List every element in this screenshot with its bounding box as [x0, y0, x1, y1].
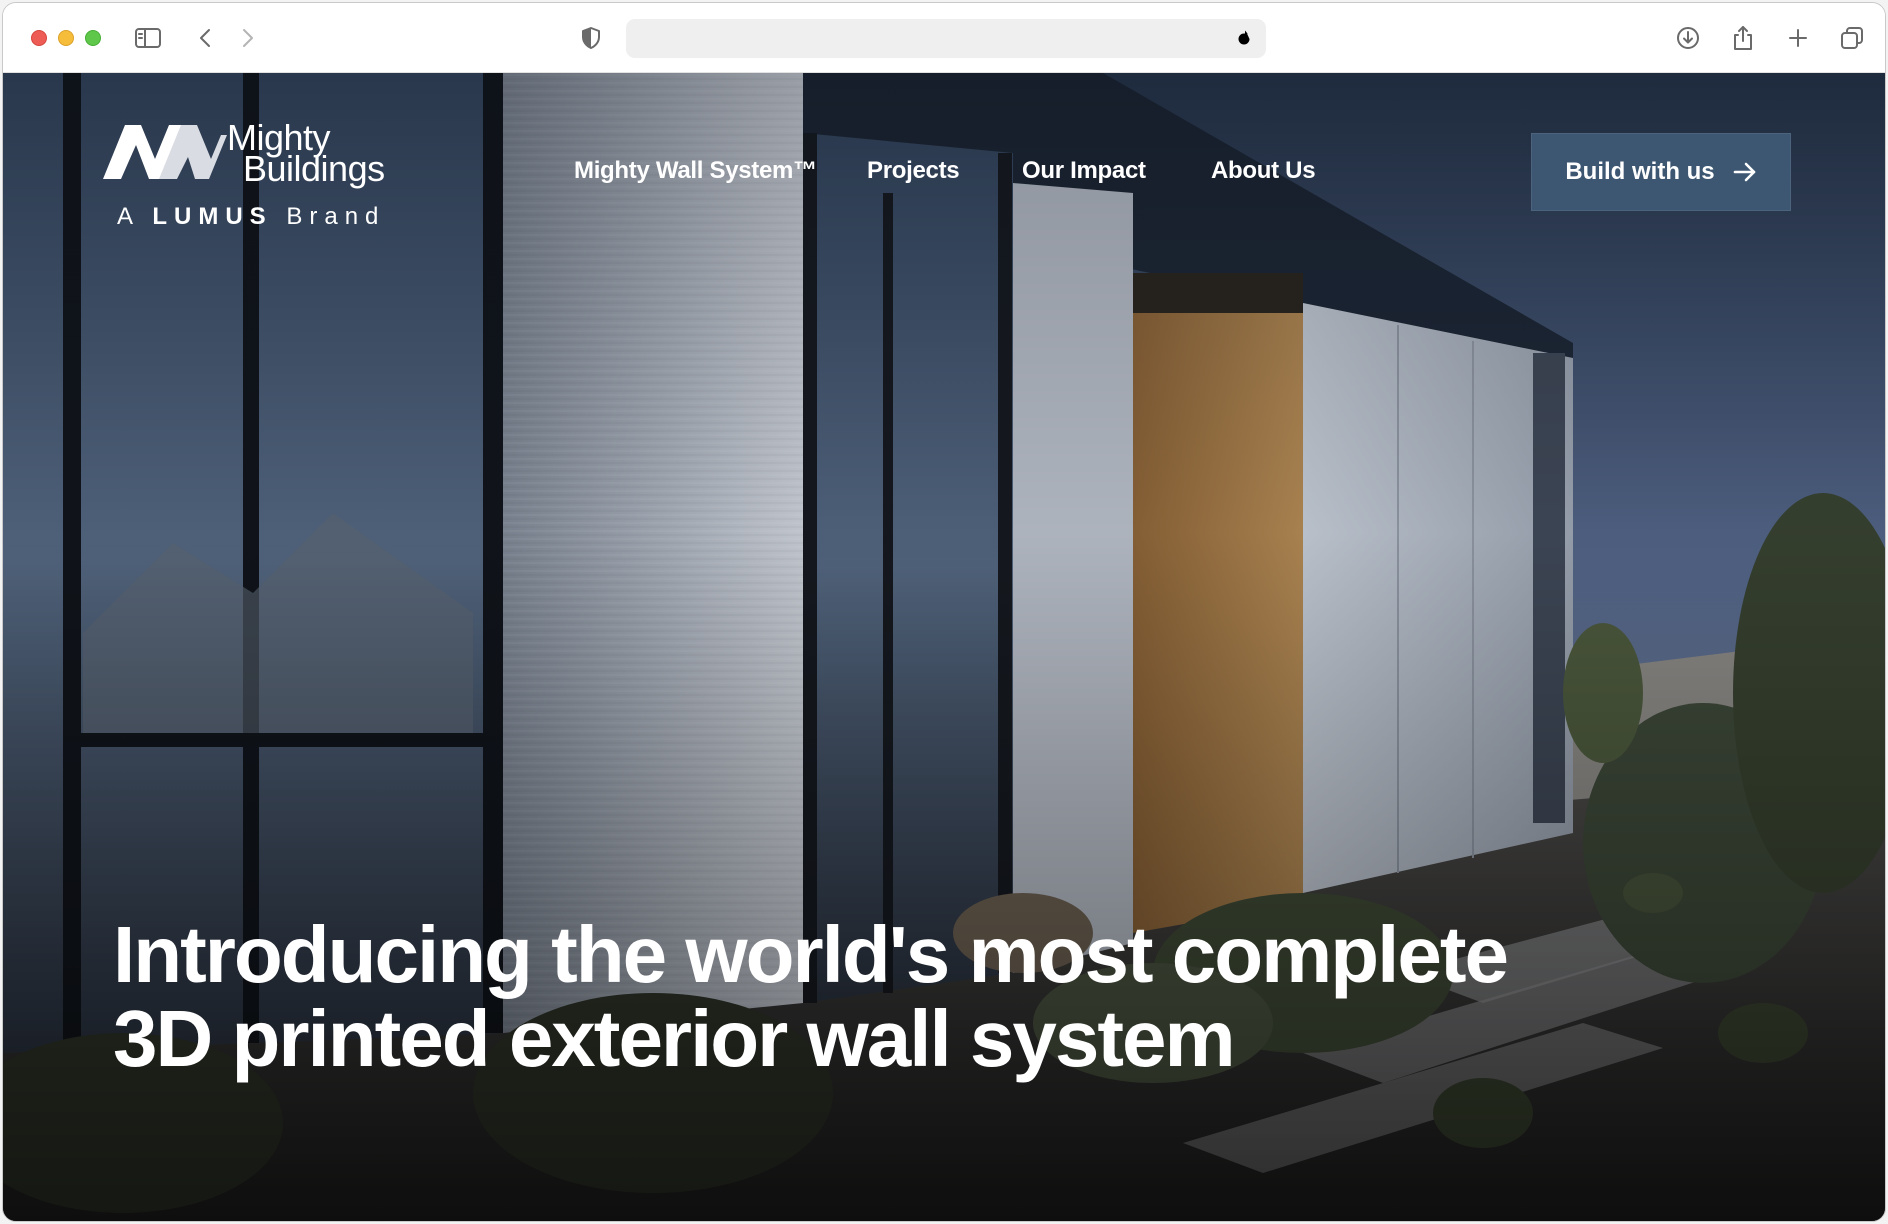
- plus-icon: [1789, 29, 1807, 47]
- nav-mighty-wall-system[interactable]: Mighty Wall System™: [574, 157, 817, 185]
- forward-button[interactable]: [231, 21, 265, 55]
- nav-about-us[interactable]: About Us: [1211, 157, 1316, 185]
- sidebar-toggle-button[interactable]: [131, 21, 165, 55]
- zoom-window-button[interactable]: [85, 30, 101, 46]
- chevron-left-icon: [200, 29, 210, 47]
- nav-projects[interactable]: Projects: [867, 157, 960, 185]
- tab-overview-button[interactable]: [1835, 21, 1869, 55]
- chevron-right-icon: [243, 29, 253, 47]
- logo-tagline-brand: LUMUS: [152, 203, 273, 230]
- share-icon: [1734, 26, 1752, 50]
- new-tab-button[interactable]: [1781, 21, 1815, 55]
- url-input[interactable]: [640, 19, 1220, 58]
- nav-our-impact[interactable]: Our Impact: [1022, 157, 1146, 185]
- address-bar[interactable]: [626, 19, 1266, 58]
- logo-tagline: A LUMUS Brand: [117, 205, 385, 229]
- arrow-right-icon: [1733, 162, 1755, 182]
- logo-text-line-2: Buildings: [243, 148, 385, 189]
- hero-headline: Introducing the world's most complete 3D…: [113, 910, 1509, 1083]
- browser-window: Mighty Buildings A LUMUS Brand Mighty Wa…: [2, 2, 1886, 1222]
- reload-icon: [1238, 30, 1250, 45]
- build-with-us-label: Build with us: [1565, 158, 1715, 185]
- back-button[interactable]: [188, 21, 222, 55]
- minimize-window-button[interactable]: [58, 30, 74, 46]
- shield-icon: [582, 27, 600, 49]
- logo-tagline-suffix: Brand: [286, 203, 386, 230]
- build-with-us-button[interactable]: Build with us: [1531, 133, 1791, 211]
- reload-button[interactable]: [1228, 22, 1260, 54]
- privacy-report-button[interactable]: [574, 21, 608, 55]
- logo-tagline-prefix: A: [117, 203, 139, 230]
- tab-overview-icon: [1841, 27, 1863, 49]
- close-window-button[interactable]: [31, 30, 47, 46]
- download-icon: [1677, 27, 1699, 49]
- downloads-button[interactable]: [1671, 21, 1705, 55]
- browser-toolbar: [3, 3, 1885, 73]
- mighty-buildings-logo[interactable]: Mighty Buildings A LUMUS Brand: [103, 120, 403, 231]
- share-button[interactable]: [1726, 21, 1760, 55]
- window-controls: [31, 30, 101, 46]
- logo-mark-icon: [103, 125, 227, 179]
- hero-section: Mighty Buildings A LUMUS Brand Mighty Wa…: [3, 73, 1885, 1221]
- sidebar-icon: [135, 28, 161, 48]
